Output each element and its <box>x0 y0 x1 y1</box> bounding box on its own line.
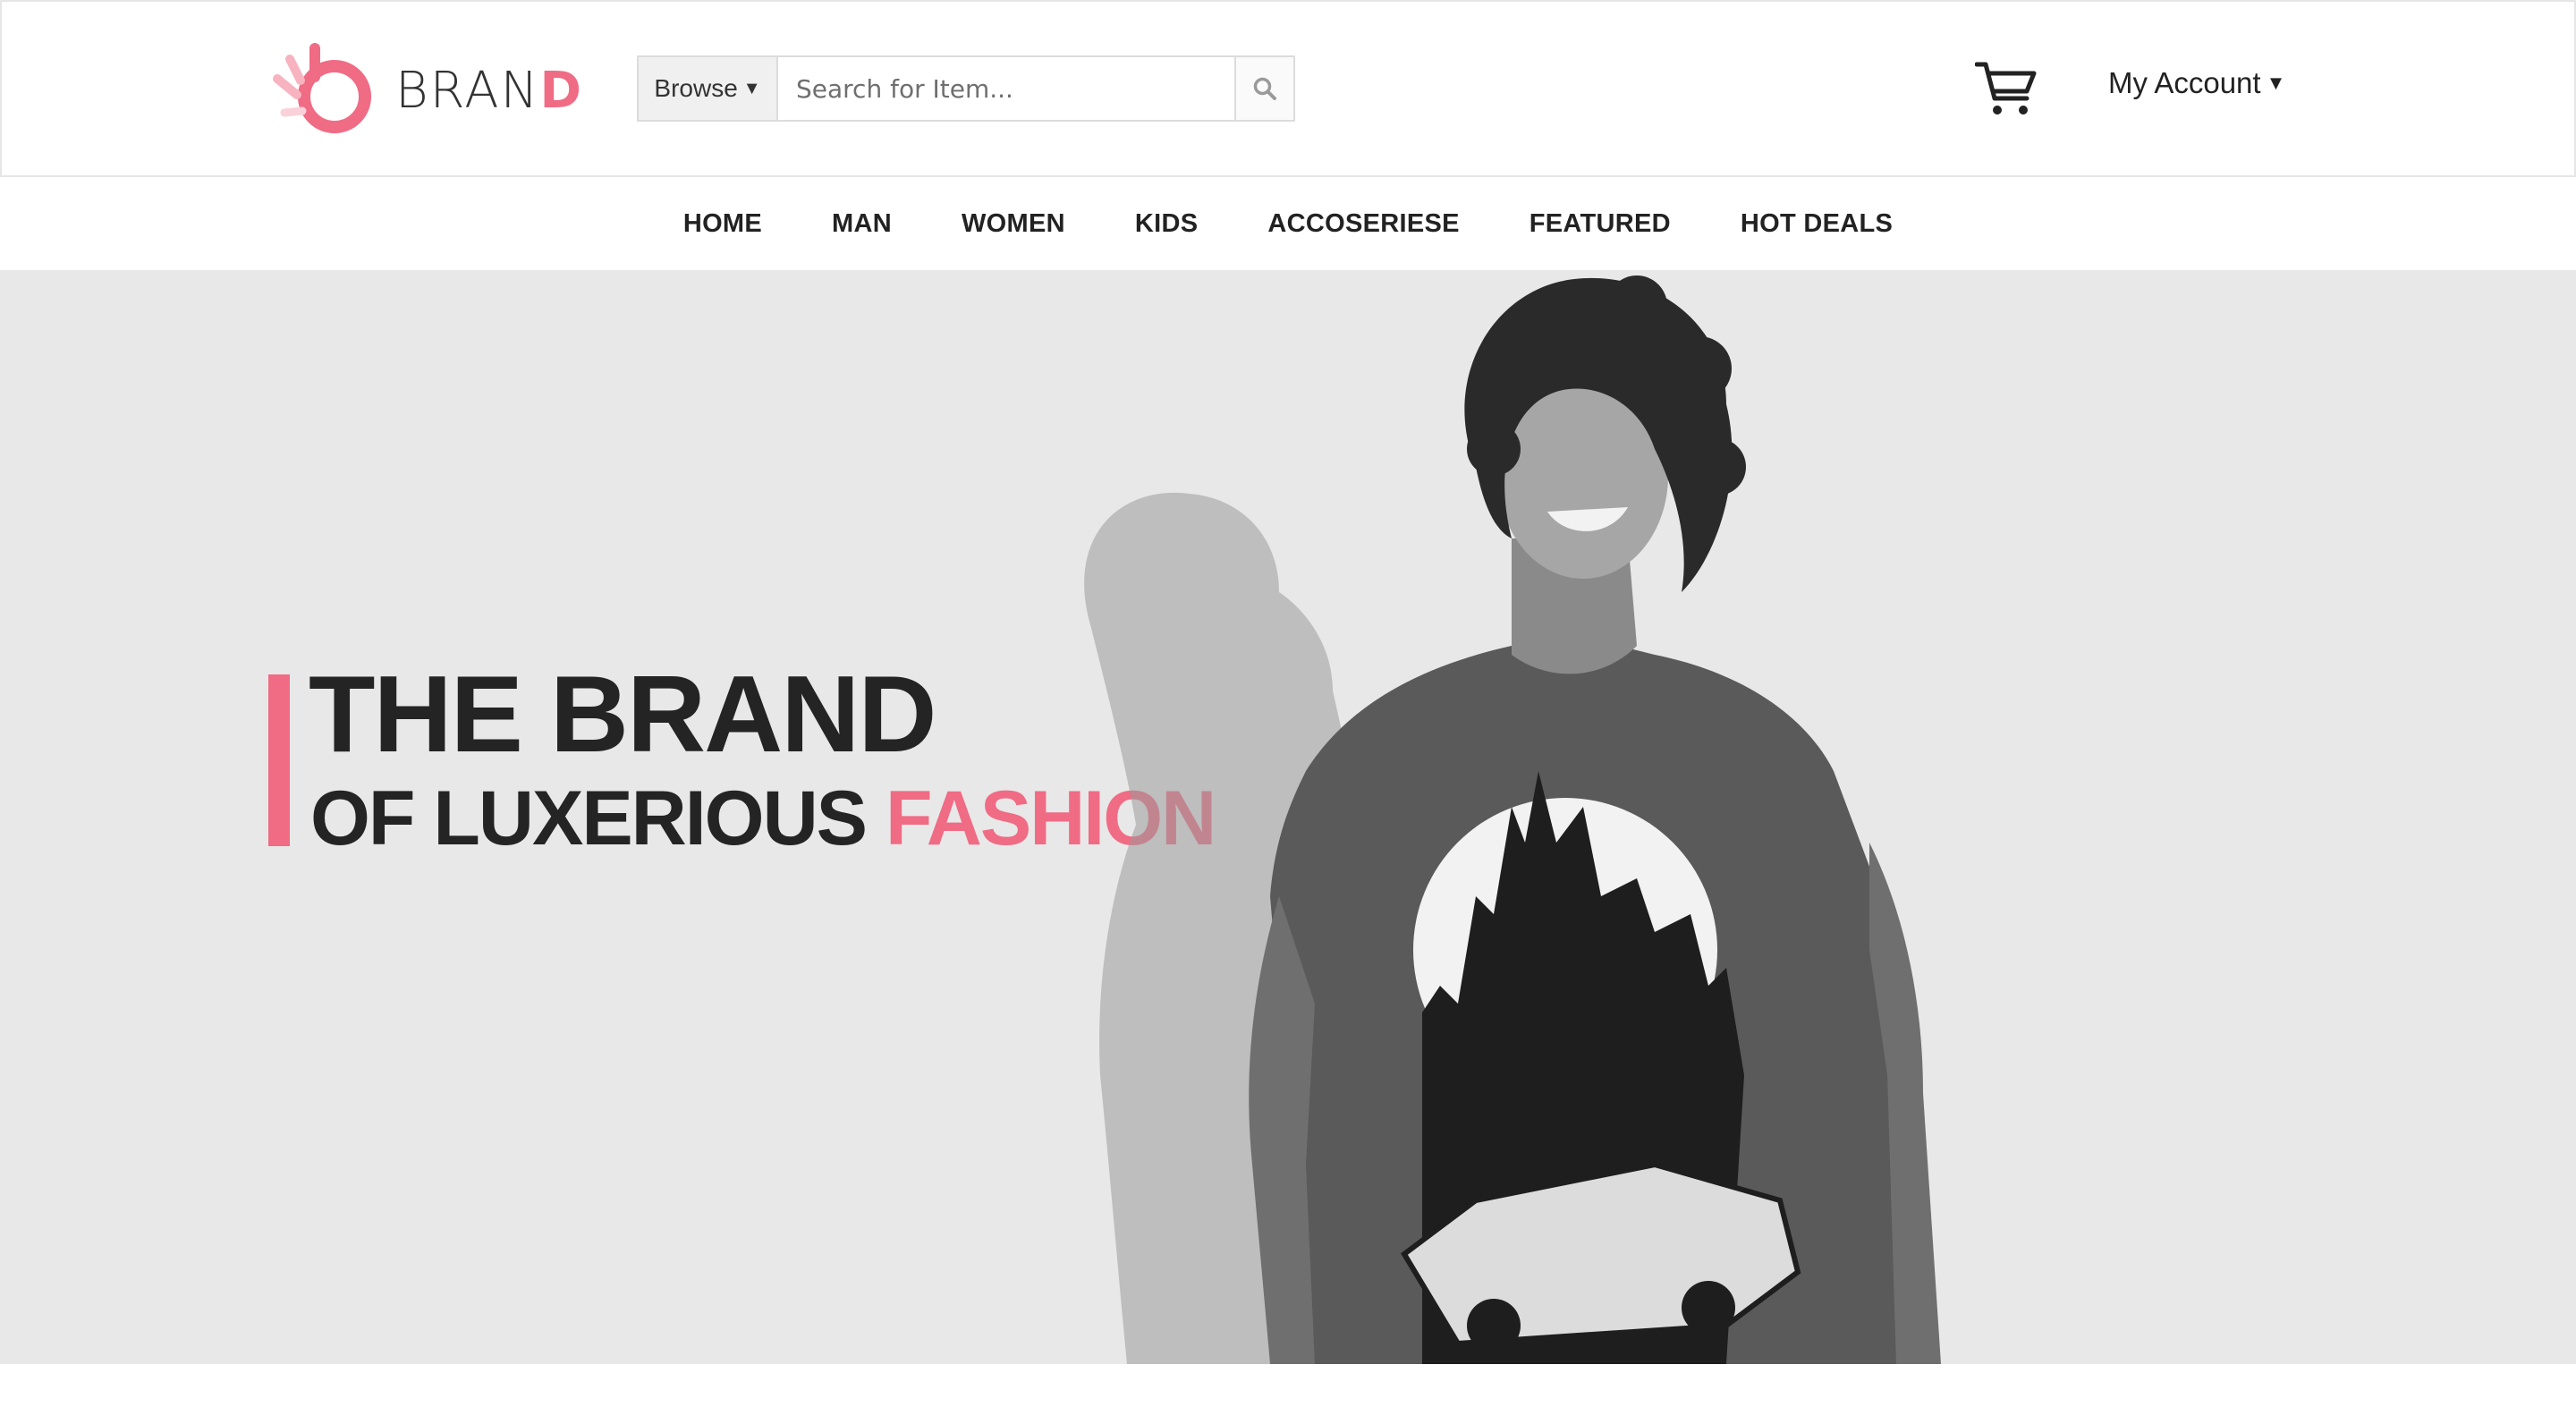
hero-accent-bar <box>268 674 290 846</box>
brand-logo-icon <box>273 43 371 133</box>
search-button[interactable] <box>1234 57 1293 120</box>
hero-model-image <box>1084 275 1941 1364</box>
nav-item-home[interactable]: HOME <box>683 209 762 239</box>
search-bar: Browse ▼ <box>637 55 1295 122</box>
caret-down-icon: ▼ <box>2266 72 2286 94</box>
page: BRAND Browse ▼ My Account ▼ <box>0 0 2576 1407</box>
my-account-menu[interactable]: My Account ▼ <box>2108 66 2285 100</box>
brand-name-accent: D <box>539 61 583 120</box>
brand-logo[interactable]: BRAND <box>270 41 583 140</box>
page-bottom-strip <box>0 1364 2576 1407</box>
nav-item-featured[interactable]: FEATURED <box>1530 209 1671 239</box>
brand-name-main: BRAN <box>395 61 540 120</box>
cart-icon[interactable] <box>1975 59 2038 118</box>
search-input[interactable] <box>778 57 1234 120</box>
browse-dropdown[interactable]: Browse ▼ <box>639 57 778 120</box>
nav-item-hot-deals[interactable]: HOT DEALS <box>1741 209 1893 239</box>
search-icon <box>1253 77 1276 100</box>
nav-item-man[interactable]: MAN <box>832 209 892 239</box>
hero-banner: THE BRAND OF LUXERIOUS FASHION <box>0 270 2576 1364</box>
nav-item-women[interactable]: WOMEN <box>962 209 1065 239</box>
hero-title: THE BRAND <box>309 653 936 775</box>
site-header: BRAND Browse ▼ My Account ▼ <box>0 0 2576 177</box>
main-nav: HOME MAN WOMEN KIDS ACCOSERIESE FEATURED… <box>0 177 2576 270</box>
nav-item-accessories[interactable]: ACCOSERIESE <box>1267 209 1459 239</box>
nav-item-kids[interactable]: KIDS <box>1135 209 1199 239</box>
hero-subtitle-main: OF LUXERIOUS <box>310 776 886 861</box>
brand-name: BRAND <box>395 62 583 120</box>
caret-down-icon: ▼ <box>742 78 761 98</box>
my-account-label: My Account <box>2108 66 2261 99</box>
browse-label: Browse <box>654 74 738 102</box>
